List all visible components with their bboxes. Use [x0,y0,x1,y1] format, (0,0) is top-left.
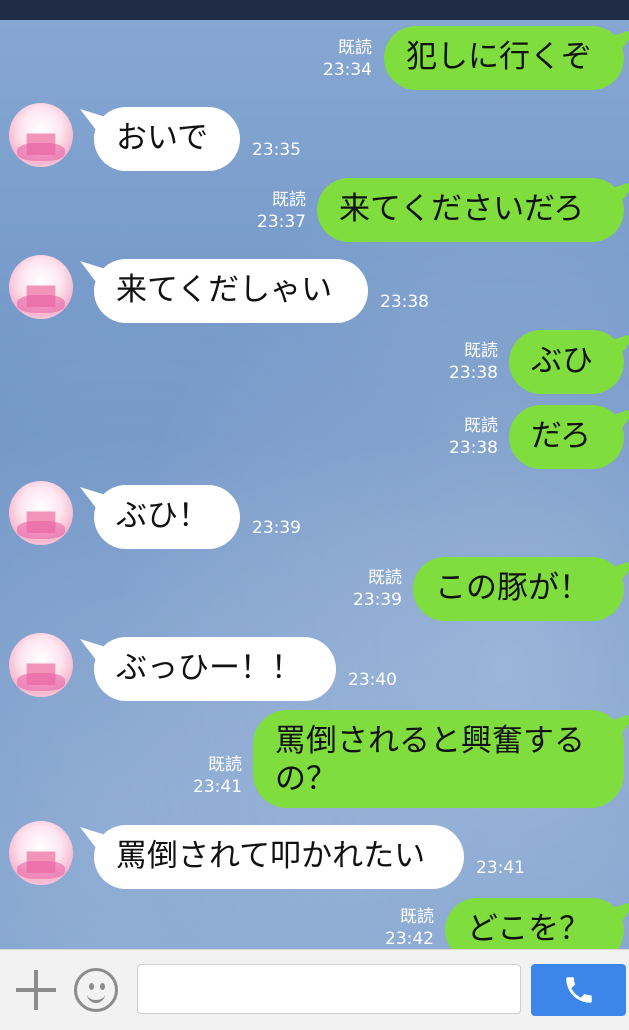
emoji-mouth [87,989,105,1003]
phone-icon [565,977,592,1003]
message-text: おいで [116,120,209,156]
message-time: 23:34 [323,60,372,80]
message-time: 23:38 [449,363,498,383]
input-bar [0,949,629,1030]
message-text: 来てくださいだろ [339,191,585,227]
message-bubble-outgoing[interactable]: この豚が！ [413,557,624,621]
read-receipt: 既読 [208,755,242,775]
message-time: 23:39 [252,518,301,538]
read-receipt: 既読 [400,907,434,927]
avatar[interactable] [9,633,73,697]
message-time: 23:38 [449,438,498,458]
message-text: だろ [531,418,592,454]
message-meta: 既読 23:42 [362,906,434,949]
message-text: ぶひ [531,343,593,379]
message-time: 23:41 [476,858,525,878]
message-bubble-incoming[interactable]: おいで [94,107,240,171]
message-time: 23:40 [348,670,397,690]
avatar[interactable] [9,821,73,885]
message-meta: 既読 23:37 [234,189,306,233]
message-bubble-outgoing[interactable]: ぶひ [509,330,624,394]
chat-area[interactable]: 既読 23:34 犯しに行くぞ おいで 23:35 既読 23:37 来てくださ… [0,20,629,949]
call-button[interactable] [531,964,626,1016]
message-bubble-incoming[interactable]: 罵倒されて叩かれたい [94,825,464,889]
message-bubble-outgoing[interactable]: どこを？ [445,898,624,949]
message-text: 罵倒されると興奮するの？ [275,723,585,797]
message-bubble-outgoing[interactable]: 罵倒されると興奮するの？ [253,710,624,808]
message-time: 23:41 [193,777,242,797]
avatar[interactable] [9,481,73,545]
message-meta: 既読 23:38 [426,340,498,384]
message-time: 23:39 [353,590,402,610]
message-text: どこを？ [467,911,591,947]
message-time: 23:38 [380,292,429,312]
message-bubble-outgoing[interactable]: だろ [509,405,624,469]
message-meta: 既読 23:39 [330,567,402,611]
message-text: ぶっひー！！ [116,650,302,686]
message-bubble-outgoing[interactable]: 来てくださいだろ [317,178,624,242]
message-time: 23:42 [385,929,434,949]
avatar[interactable] [9,255,73,319]
read-receipt: 既読 [338,38,372,58]
status-bar [0,0,629,20]
message-text: ぶひ！ [116,498,209,534]
message-meta: 既読 23:38 [426,415,498,459]
emoji-icon[interactable] [74,968,118,1012]
read-receipt: 既読 [272,190,306,210]
message-bubble-incoming[interactable]: ぶひ！ [94,485,240,549]
read-receipt: 既読 [368,568,402,588]
message-text: 来てくだしゃい [116,272,333,308]
read-receipt: 既読 [464,416,498,436]
message-meta: 既読 23:41 [170,754,242,798]
message-bubble-outgoing[interactable]: 犯しに行くぞ [384,26,624,90]
message-text: 犯しに行くぞ [406,39,592,75]
message-text: この豚が！ [435,570,590,606]
avatar[interactable] [9,103,73,167]
plus-icon[interactable] [16,970,56,1010]
message-text: 罵倒されて叩かれたい [116,838,426,874]
message-time: 23:35 [252,140,301,160]
read-receipt: 既読 [464,341,498,361]
message-bubble-incoming[interactable]: ぶっひー！！ [94,637,336,701]
message-bubble-incoming[interactable]: 来てくだしゃい [94,259,368,323]
message-meta: 既読 23:34 [300,37,372,81]
message-time: 23:37 [257,212,306,232]
message-input[interactable] [137,964,521,1014]
